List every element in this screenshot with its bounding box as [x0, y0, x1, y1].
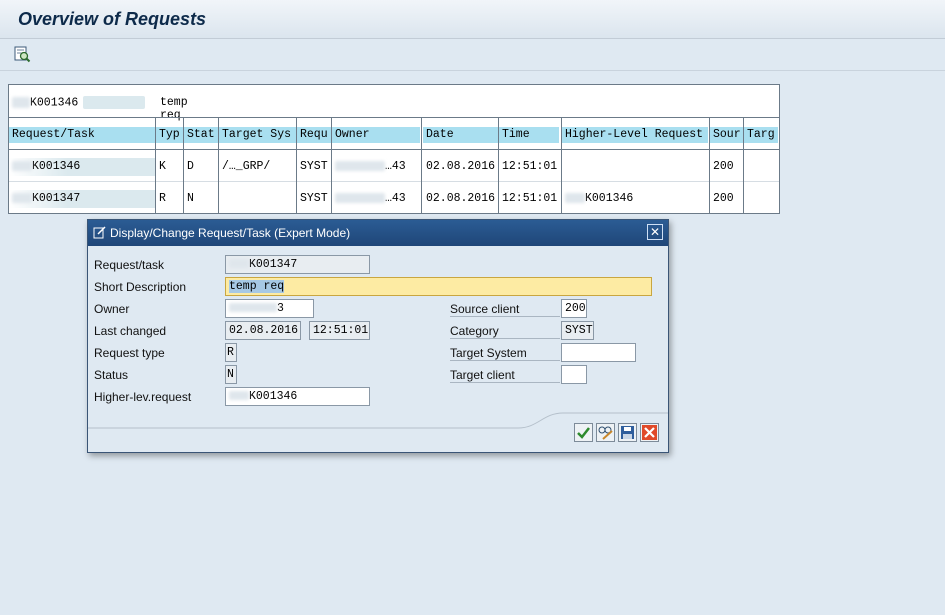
row-2-time: 12:51:01 — [502, 192, 558, 205]
row-2-date: 02.08.2016 — [426, 192, 496, 205]
col-header-stat[interactable]: Stat — [184, 127, 218, 143]
row-separator — [9, 181, 779, 182]
floppy-disk-icon — [621, 426, 634, 439]
row-1-time: 12:51:01 — [502, 160, 558, 173]
short-description-value: temp req — [229, 280, 285, 293]
col-header-time[interactable]: Time — [499, 127, 559, 143]
row-2-stat: N — [187, 192, 194, 205]
owner-field[interactable]: 3 — [225, 299, 314, 318]
display-change-icon[interactable] — [13, 45, 31, 63]
row-2-higher-text: K001346 — [585, 192, 634, 205]
label-request-type: Request type — [94, 346, 165, 360]
request-task-value: K001347 — [249, 258, 298, 271]
col-separator — [421, 117, 422, 213]
label-status: Status — [94, 368, 129, 382]
label-source-client: Source client — [450, 302, 560, 317]
col-header-typ[interactable]: Typ — [156, 127, 183, 143]
source-client-field[interactable]: 200 — [561, 299, 587, 318]
row-1-owner-text: …43 — [385, 160, 406, 173]
label-target-system: Target System — [450, 346, 560, 361]
row-1-request-id: K001346 — [32, 160, 81, 173]
row-1-stat: D — [187, 160, 194, 173]
cancel-x-icon — [642, 425, 657, 440]
short-description-input[interactable]: temp req — [225, 277, 652, 296]
glasses-pencil-icon — [598, 426, 613, 440]
col-header-requ[interactable]: Requ — [297, 127, 331, 143]
higher-lev-request-value: K001346 — [249, 390, 298, 403]
status-field: N — [225, 365, 237, 384]
label-last-changed: Last changed — [94, 324, 167, 338]
row-1-target-sys: /…_GRP/ — [222, 160, 271, 173]
header-separator — [9, 117, 779, 118]
close-icon[interactable]: ✕ — [647, 224, 663, 240]
label-request-task: Request/task — [94, 258, 165, 272]
row-1-date: 02.08.2016 — [426, 160, 496, 173]
display-change-button[interactable] — [596, 423, 615, 442]
page-title: Overview of Requests — [18, 9, 207, 29]
row-1-typ: K — [159, 160, 166, 173]
col-header-targ[interactable]: Targ — [744, 127, 778, 143]
check-icon — [577, 427, 590, 439]
col-header-request-task[interactable]: Request/Task — [9, 127, 155, 143]
col-header-date[interactable]: Date — [423, 127, 498, 143]
row-1-targ — [744, 158, 778, 176]
request-type-field: R — [225, 343, 237, 362]
table-row-1-request[interactable]: K001346 — [9, 158, 155, 176]
last-changed-time-field: 12:51:01 — [309, 321, 370, 340]
label-owner: Owner — [94, 302, 130, 316]
window-titlebar: Overview of Requests — [0, 0, 945, 39]
row-2-target-sys — [219, 190, 296, 208]
higher-lev-request-field[interactable]: K001346 — [225, 387, 370, 406]
save-button[interactable] — [618, 423, 637, 442]
request-task-dialog: Display/Change Request/Task (Expert Mode… — [87, 219, 669, 453]
row-1-sour: 200 — [713, 160, 734, 173]
row-1-owner: …43 — [332, 158, 420, 176]
owner-value: 3 — [277, 302, 284, 315]
row-separator — [9, 149, 779, 150]
row-2-requ: SYST — [300, 192, 328, 205]
target-client-field[interactable] — [561, 365, 587, 384]
row-2-higher-level: K001346 — [562, 190, 708, 208]
col-header-higher-level[interactable]: Higher-Level Request — [562, 127, 708, 143]
label-short-description: Short Description — [94, 280, 187, 294]
category-field: SYST — [561, 321, 594, 340]
edit-document-icon — [93, 226, 106, 239]
row-2-typ: R — [159, 192, 166, 205]
col-header-target-sys[interactable]: Target Sys — [219, 127, 296, 143]
label-target-client: Target client — [450, 368, 560, 383]
label-category: Category — [450, 324, 560, 339]
row-2-owner-text: …43 — [385, 192, 406, 205]
col-header-owner[interactable]: Owner — [332, 127, 420, 143]
target-system-field[interactable] — [561, 343, 636, 362]
label-higher-lev-request: Higher-lev.request — [94, 390, 192, 404]
toolbar — [0, 39, 945, 71]
dialog-title: Display/Change Request/Task (Expert Mode… — [110, 226, 351, 240]
top-request-row[interactable]: K001346 temp req — [12, 96, 188, 122]
row-2-owner: …43 — [332, 190, 420, 208]
dialog-titlebar[interactable]: Display/Change Request/Task (Expert Mode… — [88, 220, 668, 246]
top-request-id: K001346 — [30, 96, 79, 110]
cancel-button[interactable] — [640, 423, 659, 442]
request-task-field: K001347 — [225, 255, 370, 274]
row-2-sour: 200 — [713, 192, 734, 205]
col-header-sour[interactable]: Sour — [710, 127, 743, 143]
row-2-request-id: K001347 — [32, 192, 81, 205]
confirm-button[interactable] — [574, 423, 593, 442]
request-list: K001346 temp req Request/Task Typ Stat T… — [8, 84, 780, 214]
row-1-requ: SYST — [300, 160, 328, 173]
row-1-higher-level — [562, 158, 708, 176]
table-row-2-request[interactable]: K001347 — [9, 190, 155, 208]
row-2-targ — [744, 190, 778, 208]
last-changed-date-field: 02.08.2016 — [225, 321, 301, 340]
